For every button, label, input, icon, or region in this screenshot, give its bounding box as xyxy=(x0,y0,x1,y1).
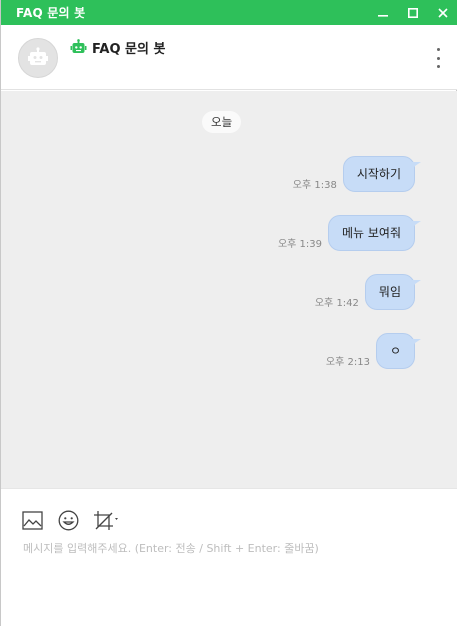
capture-button[interactable] xyxy=(93,509,121,531)
message-time: 오후 1:42 xyxy=(314,298,359,309)
message-area[interactable]: 오늘 오후 1:38 시작하기 오후 1:39 메뉴 보여줘 오후 1:42 뭐… xyxy=(1,91,457,488)
bot-avatar[interactable] xyxy=(18,38,58,78)
emoji-icon xyxy=(58,510,78,530)
window-title: FAQ 문의 봇 xyxy=(16,6,86,20)
message-time: 오후 1:39 xyxy=(277,239,322,250)
maximize-button[interactable] xyxy=(398,0,428,25)
maximize-icon xyxy=(408,7,418,18)
crop-icon xyxy=(94,510,118,530)
message-bubble[interactable]: ㅇ xyxy=(375,333,422,369)
message-time: 오후 2:13 xyxy=(325,357,370,368)
message-input[interactable]: 메시지를 입력해주세요. (Enter: 전송 / Shift + Enter:… xyxy=(23,540,319,556)
message-bubble[interactable]: 시작하기 xyxy=(342,156,422,192)
message-row: 오후 1:42 뭐임 xyxy=(314,274,422,310)
message-composer: 메시지를 입력해주세요. (Enter: 전송 / Shift + Enter:… xyxy=(1,488,457,626)
attach-image-button[interactable] xyxy=(21,509,43,531)
image-icon xyxy=(21,510,43,530)
emoji-button[interactable] xyxy=(57,509,79,531)
message-row: 오후 1:39 메뉴 보여줘 xyxy=(277,215,422,251)
message-bubble[interactable]: 메뉴 보여줘 xyxy=(327,215,422,251)
chat-window: FAQ 문의 봇 FAQ 문의 봇 오늘 오후 1:38 시작하기 오후 1:3… xyxy=(0,0,457,626)
close-icon xyxy=(438,7,448,18)
chat-header: FAQ 문의 봇 xyxy=(1,25,457,90)
message-time: 오후 1:38 xyxy=(292,180,337,191)
message-row: 오후 1:38 시작하기 xyxy=(292,156,422,192)
robot-icon xyxy=(70,39,87,53)
minimize-icon xyxy=(378,14,388,17)
more-options-button[interactable] xyxy=(431,48,445,68)
composer-toolbar xyxy=(21,509,121,531)
more-vertical-icon xyxy=(436,48,440,51)
chat-name: FAQ 문의 봇 xyxy=(92,42,166,57)
title-bar[interactable]: FAQ 문의 봇 xyxy=(1,0,457,25)
robot-avatar-icon xyxy=(28,47,48,65)
date-divider: 오늘 xyxy=(202,111,242,133)
message-row: 오후 2:13 ㅇ xyxy=(325,333,422,369)
minimize-button[interactable] xyxy=(368,0,398,25)
close-button[interactable] xyxy=(428,0,457,25)
message-bubble[interactable]: 뭐임 xyxy=(364,274,422,310)
